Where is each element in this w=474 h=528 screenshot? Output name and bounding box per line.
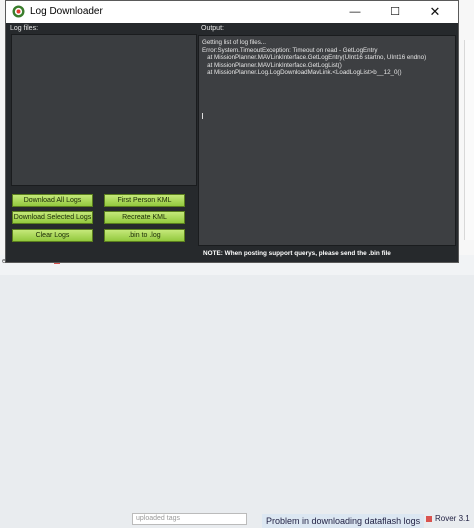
text-caret <box>202 113 203 119</box>
minimize-button[interactable]: — <box>338 1 372 23</box>
output-line: at MissionPlanner.MAVLinkInterface.GetLo… <box>202 54 427 62</box>
title-bar[interactable]: Log Downloader — ☐ ✕ <box>6 1 458 23</box>
download-all-logs-button[interactable]: Download All Logs <box>12 194 93 207</box>
background-scroll-edge <box>464 40 474 240</box>
background-tag-select[interactable]: uploaded tags <box>132 513 247 525</box>
first-person-kml-button[interactable]: First Person KML <box>104 194 185 207</box>
output-line: at MissionPlanner.Log.LogDownloadMavLink… <box>202 69 402 77</box>
output-line: at MissionPlanner.MAVLinkInterface.GetLo… <box>202 61 342 69</box>
output-text: Getting list of log files... Error:Syste… <box>202 39 426 77</box>
clear-logs-button[interactable]: Clear Logs <box>12 229 93 242</box>
log-files-list[interactable] <box>11 34 197 186</box>
background-rover-tag[interactable]: Rover 3.1 <box>424 514 470 523</box>
background-right-strip <box>458 0 474 275</box>
mission-planner-icon <box>12 5 25 18</box>
log-files-label: Log files: <box>10 25 39 32</box>
recreate-kml-button[interactable]: Recreate KML <box>104 211 185 224</box>
download-selected-logs-button[interactable]: Download Selected Logs <box>12 211 93 224</box>
rover-tag-label: Rover 3.1 <box>435 514 470 523</box>
square-icon <box>426 515 432 522</box>
bin-to-log-button[interactable]: .bin to .log <box>104 229 185 242</box>
background-topic-link[interactable]: Problem in downloading dataflash logs <box>262 514 425 528</box>
output-textbox[interactable]: Getting list of log files... Error:Syste… <box>198 35 456 246</box>
output-line: Error:System.TimeoutException: Timeout o… <box>202 46 378 54</box>
support-note: NOTE: When posting support querys, pleas… <box>203 250 391 257</box>
window-title: Log Downloader <box>30 6 103 17</box>
output-line: Getting list of log files... <box>202 39 266 46</box>
maximize-button[interactable]: ☐ <box>378 1 412 23</box>
output-label: Output: <box>201 25 224 32</box>
log-downloader-window: Log Downloader — ☐ ✕ Log files: Output: … <box>5 0 459 263</box>
close-button[interactable]: ✕ <box>418 1 452 23</box>
